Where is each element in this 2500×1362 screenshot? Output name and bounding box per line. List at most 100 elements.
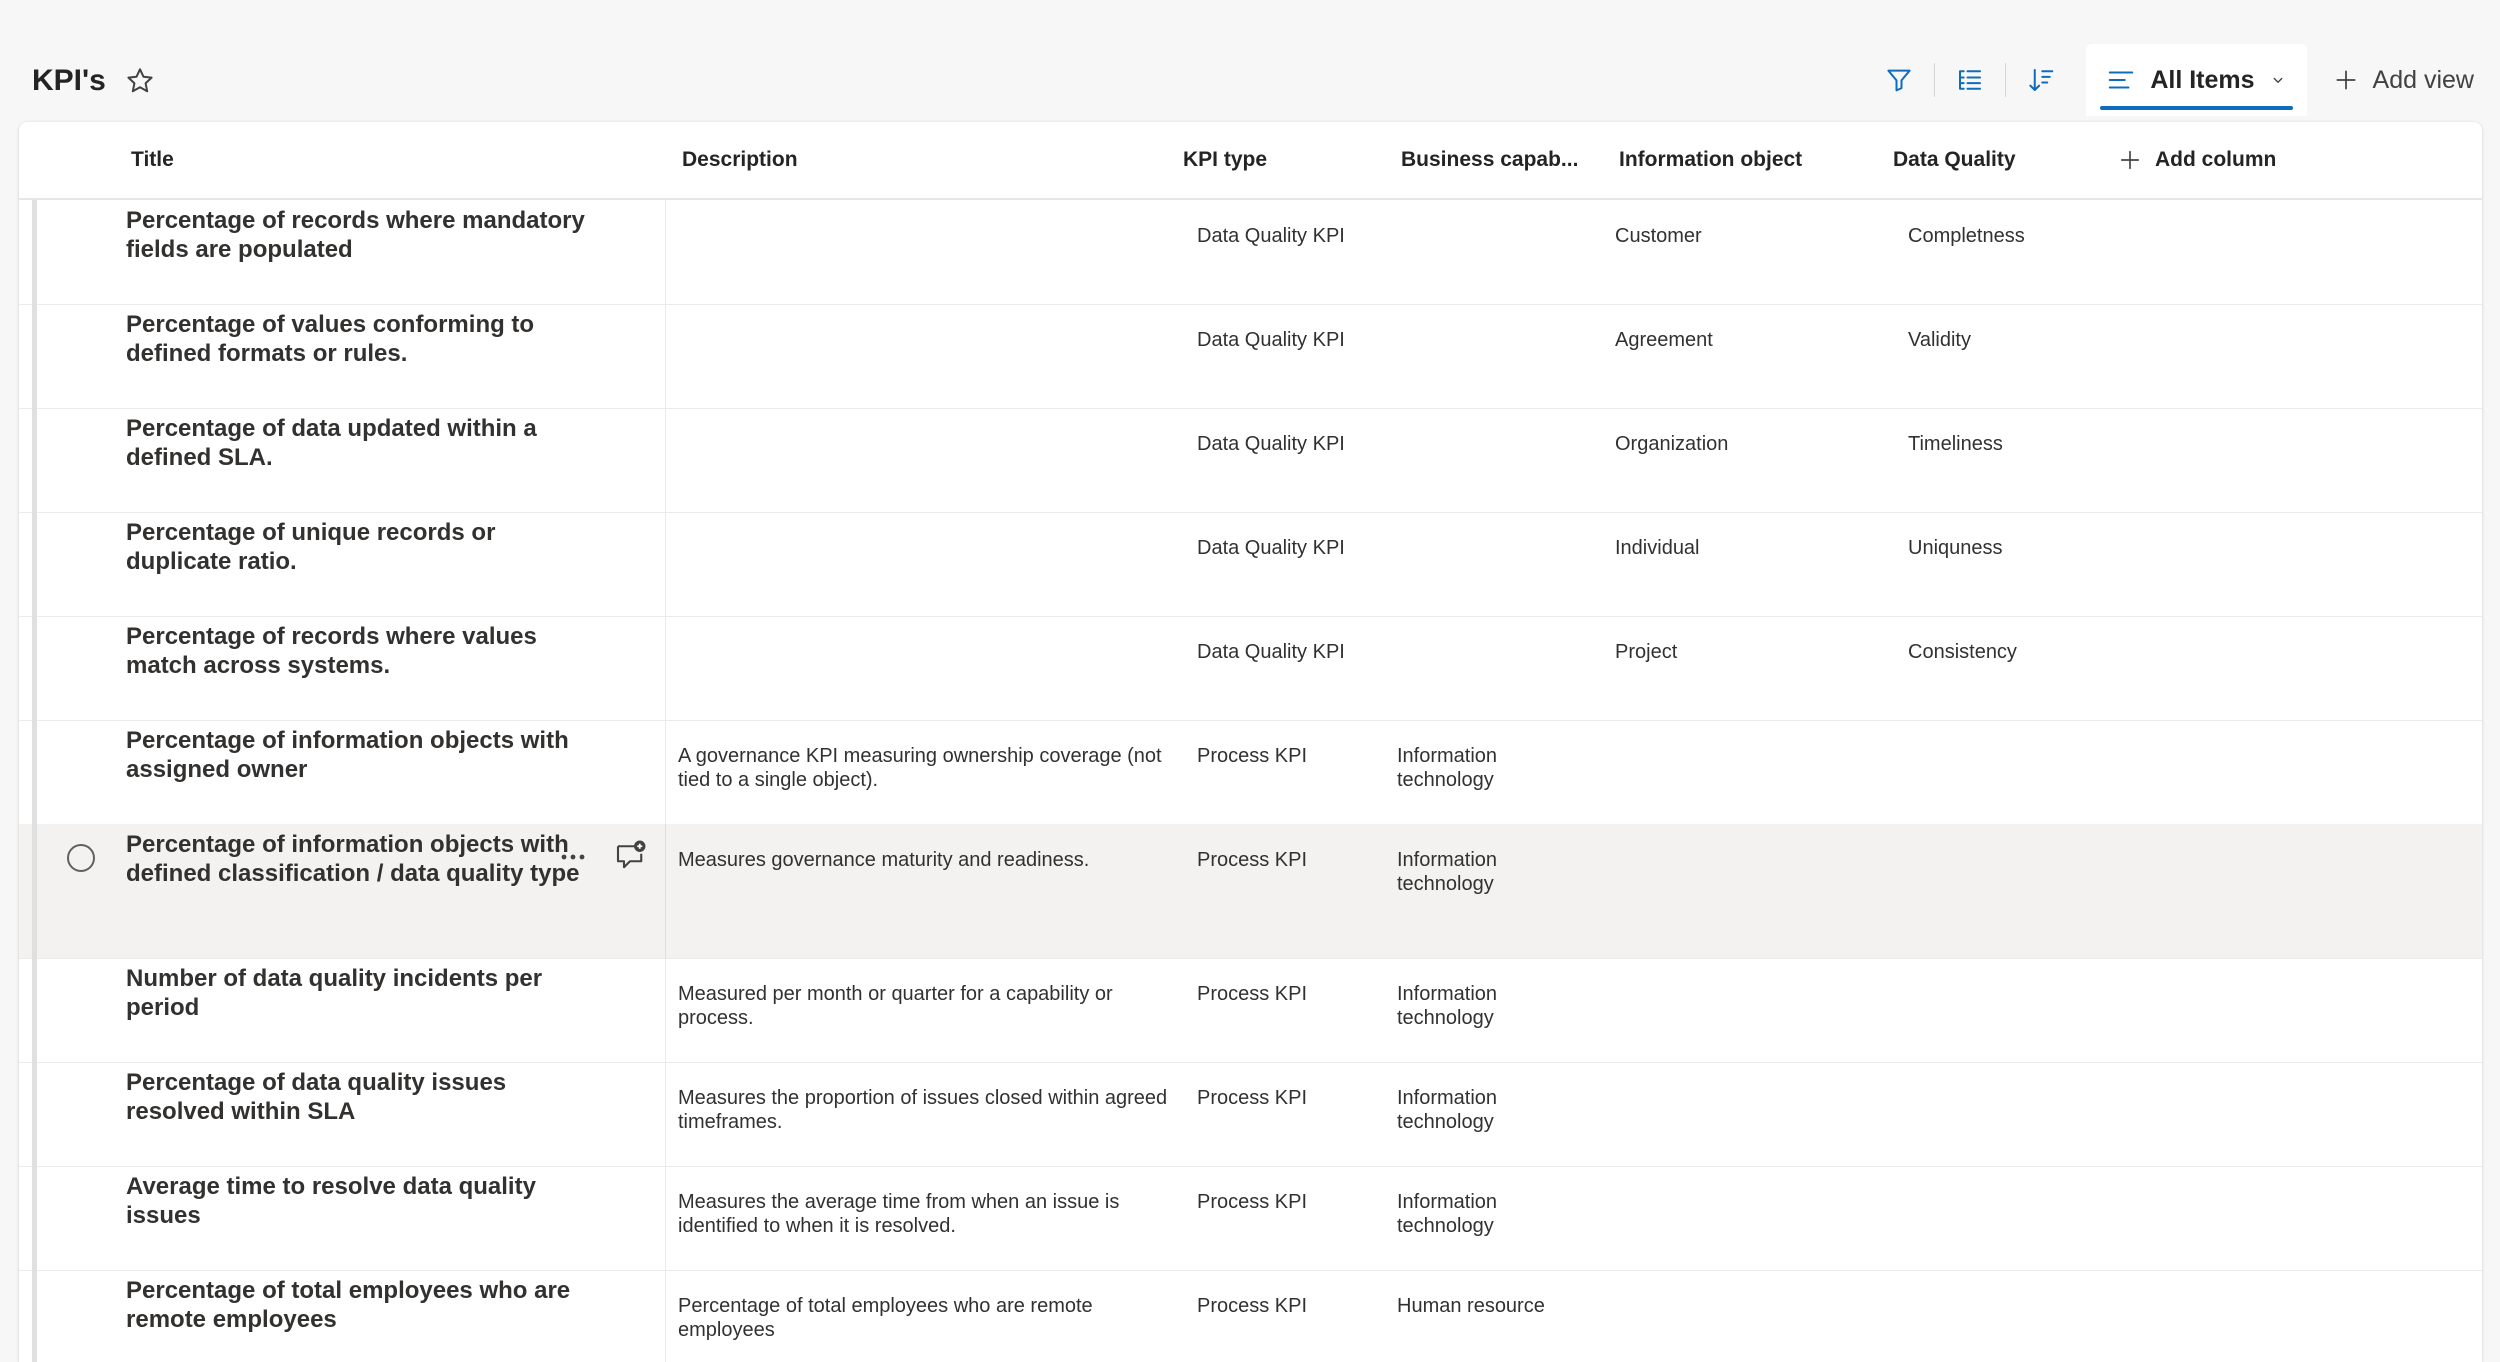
information-object-cell: Customer	[1615, 225, 1702, 247]
filter-icon	[1887, 69, 1911, 92]
column-divider	[665, 512, 666, 617]
title-cell[interactable]: Percentage of unique records or duplicat…	[126, 518, 596, 576]
row-indicator	[32, 720, 37, 824]
title-cell[interactable]: Percentage of values conforming to defin…	[126, 310, 596, 368]
business-capability-cell: Information technology	[1397, 1087, 1498, 1133]
row-select-checkbox[interactable]	[67, 844, 95, 872]
kpi-type-cell: Data Quality KPI	[1197, 641, 1345, 663]
title-cell[interactable]: Number of data quality incidents per per…	[126, 964, 596, 1022]
column-divider	[665, 1166, 666, 1271]
view-label: All Items	[2150, 65, 2255, 94]
title-cell[interactable]: Percentage of information objects with a…	[126, 726, 596, 784]
kpi-type-cell: Process KPI	[1197, 1295, 1308, 1317]
column-divider	[665, 200, 666, 305]
kpi-type-cell: Process KPI	[1197, 1087, 1308, 1109]
table-row[interactable]: Percentage of information objects with d…	[19, 824, 2482, 959]
column-header-data-quality[interactable]: Data Quality	[1893, 122, 2016, 198]
view-selector-all-items[interactable]: All Items	[2086, 44, 2307, 116]
group-by-button[interactable]	[1935, 44, 2005, 116]
list-header: KPI's	[32, 64, 156, 98]
table-row[interactable]: Percentage of values conforming to defin…	[19, 304, 2482, 409]
add-comment-icon[interactable]	[612, 838, 648, 874]
kpi-type-cell: Data Quality KPI	[1197, 537, 1345, 559]
title-cell[interactable]: Percentage of records where values match…	[126, 622, 596, 680]
group-list-icon	[1959, 70, 1982, 90]
table-row[interactable]: Percentage of data updated within a defi…	[19, 408, 2482, 513]
kpi-type-cell: Process KPI	[1197, 1191, 1308, 1213]
business-capability-cell: Information technology	[1397, 849, 1498, 895]
star-icon[interactable]	[124, 65, 156, 97]
description-cell: Measured per month or quarter for a capa…	[678, 983, 1113, 1029]
plus-icon	[2120, 150, 2140, 170]
title-cell[interactable]: Percentage of data updated within a defi…	[126, 414, 596, 472]
add-view-label: Add view	[2372, 65, 2474, 94]
title-cell[interactable]: Percentage of total employees who are re…	[126, 1276, 596, 1334]
kpi-type-cell: Data Quality KPI	[1197, 433, 1345, 455]
add-column-label: Add column	[2155, 148, 2277, 171]
row-indicator	[32, 200, 37, 304]
data-quality-cell: Completness	[1908, 225, 2025, 247]
row-indicator	[32, 1062, 37, 1166]
add-view-button[interactable]: Add view	[2321, 44, 2500, 116]
data-quality-cell: Validity	[1908, 329, 1971, 351]
column-divider	[665, 958, 666, 1063]
title-cell[interactable]: Average time to resolve data quality iss…	[126, 1172, 596, 1230]
column-header-business-capability[interactable]: Business capab...	[1401, 122, 1591, 198]
table-row[interactable]: Percentage of records where mandatory fi…	[19, 200, 2482, 305]
row-indicator	[32, 408, 37, 512]
kpi-type-cell: Process KPI	[1197, 983, 1308, 1005]
column-divider	[665, 304, 666, 409]
column-header-information-object[interactable]: Information object	[1619, 122, 1802, 198]
business-capability-cell: Information technology	[1397, 1191, 1498, 1237]
data-quality-cell: Consistency	[1908, 641, 2017, 663]
data-quality-cell: Timeliness	[1908, 433, 2003, 455]
information-object-cell: Agreement	[1615, 329, 1713, 351]
information-object-cell: Organization	[1615, 433, 1729, 455]
row-indicator	[32, 616, 37, 720]
column-header-description[interactable]: Description	[682, 122, 798, 198]
table-row[interactable]: Percentage of information objects with a…	[19, 720, 2482, 825]
row-indicator	[32, 1166, 37, 1270]
data-quality-cell: Uniquness	[1908, 537, 2003, 559]
column-divider	[665, 408, 666, 513]
row-indicator	[32, 958, 37, 1062]
row-indicator	[32, 1270, 37, 1362]
title-cell[interactable]: Percentage of information objects with d…	[126, 830, 596, 888]
table-row[interactable]: Percentage of total employees who are re…	[19, 1270, 2482, 1362]
kpi-type-cell: Data Quality KPI	[1197, 225, 1345, 247]
title-cell[interactable]: Percentage of records where mandatory fi…	[126, 206, 596, 264]
kpi-type-cell: Process KPI	[1197, 849, 1308, 871]
business-capability-cell: Information technology	[1397, 745, 1498, 791]
sort-button[interactable]	[2006, 44, 2076, 116]
description-cell: Measures the proportion of issues closed…	[678, 1087, 1168, 1133]
description-cell: Percentage of total employees who are re…	[678, 1295, 1093, 1341]
kpi-type-cell: Data Quality KPI	[1197, 329, 1345, 351]
list-card: Title Description KPI type Business capa…	[19, 122, 2482, 1362]
business-capability-cell: Information technology	[1397, 983, 1498, 1029]
table-row[interactable]: Percentage of records where values match…	[19, 616, 2482, 721]
column-header-row: Title Description KPI type Business capa…	[19, 122, 2482, 200]
table-row[interactable]: Percentage of data quality issues resolv…	[19, 1062, 2482, 1167]
list-view-icon	[2109, 71, 2134, 89]
column-header-title[interactable]: Title	[131, 122, 174, 198]
row-indicator	[32, 824, 37, 958]
information-object-cell: Project	[1615, 641, 1678, 663]
column-divider	[665, 616, 666, 721]
business-capability-cell: Human resource	[1397, 1295, 1545, 1317]
title-cell[interactable]: Percentage of data quality issues resolv…	[126, 1068, 596, 1126]
command-bar: All Items Add view	[1864, 44, 2500, 116]
filter-button[interactable]	[1864, 44, 1934, 116]
column-header-kpi-type[interactable]: KPI type	[1183, 122, 1267, 198]
plus-icon	[2336, 70, 2356, 90]
add-column-button[interactable]: Add column	[2119, 122, 2276, 198]
table-row[interactable]: Percentage of unique records or duplicat…	[19, 512, 2482, 617]
information-object-cell: Individual	[1615, 537, 1700, 559]
table-row[interactable]: Average time to resolve data quality iss…	[19, 1166, 2482, 1271]
kpi-type-cell: Process KPI	[1197, 745, 1308, 767]
row-indicator	[32, 304, 37, 408]
column-divider	[665, 720, 666, 825]
page-title: KPI's	[32, 64, 106, 97]
column-divider	[665, 1062, 666, 1167]
chevron-down-icon	[2273, 77, 2282, 83]
table-row[interactable]: Number of data quality incidents per per…	[19, 958, 2482, 1063]
